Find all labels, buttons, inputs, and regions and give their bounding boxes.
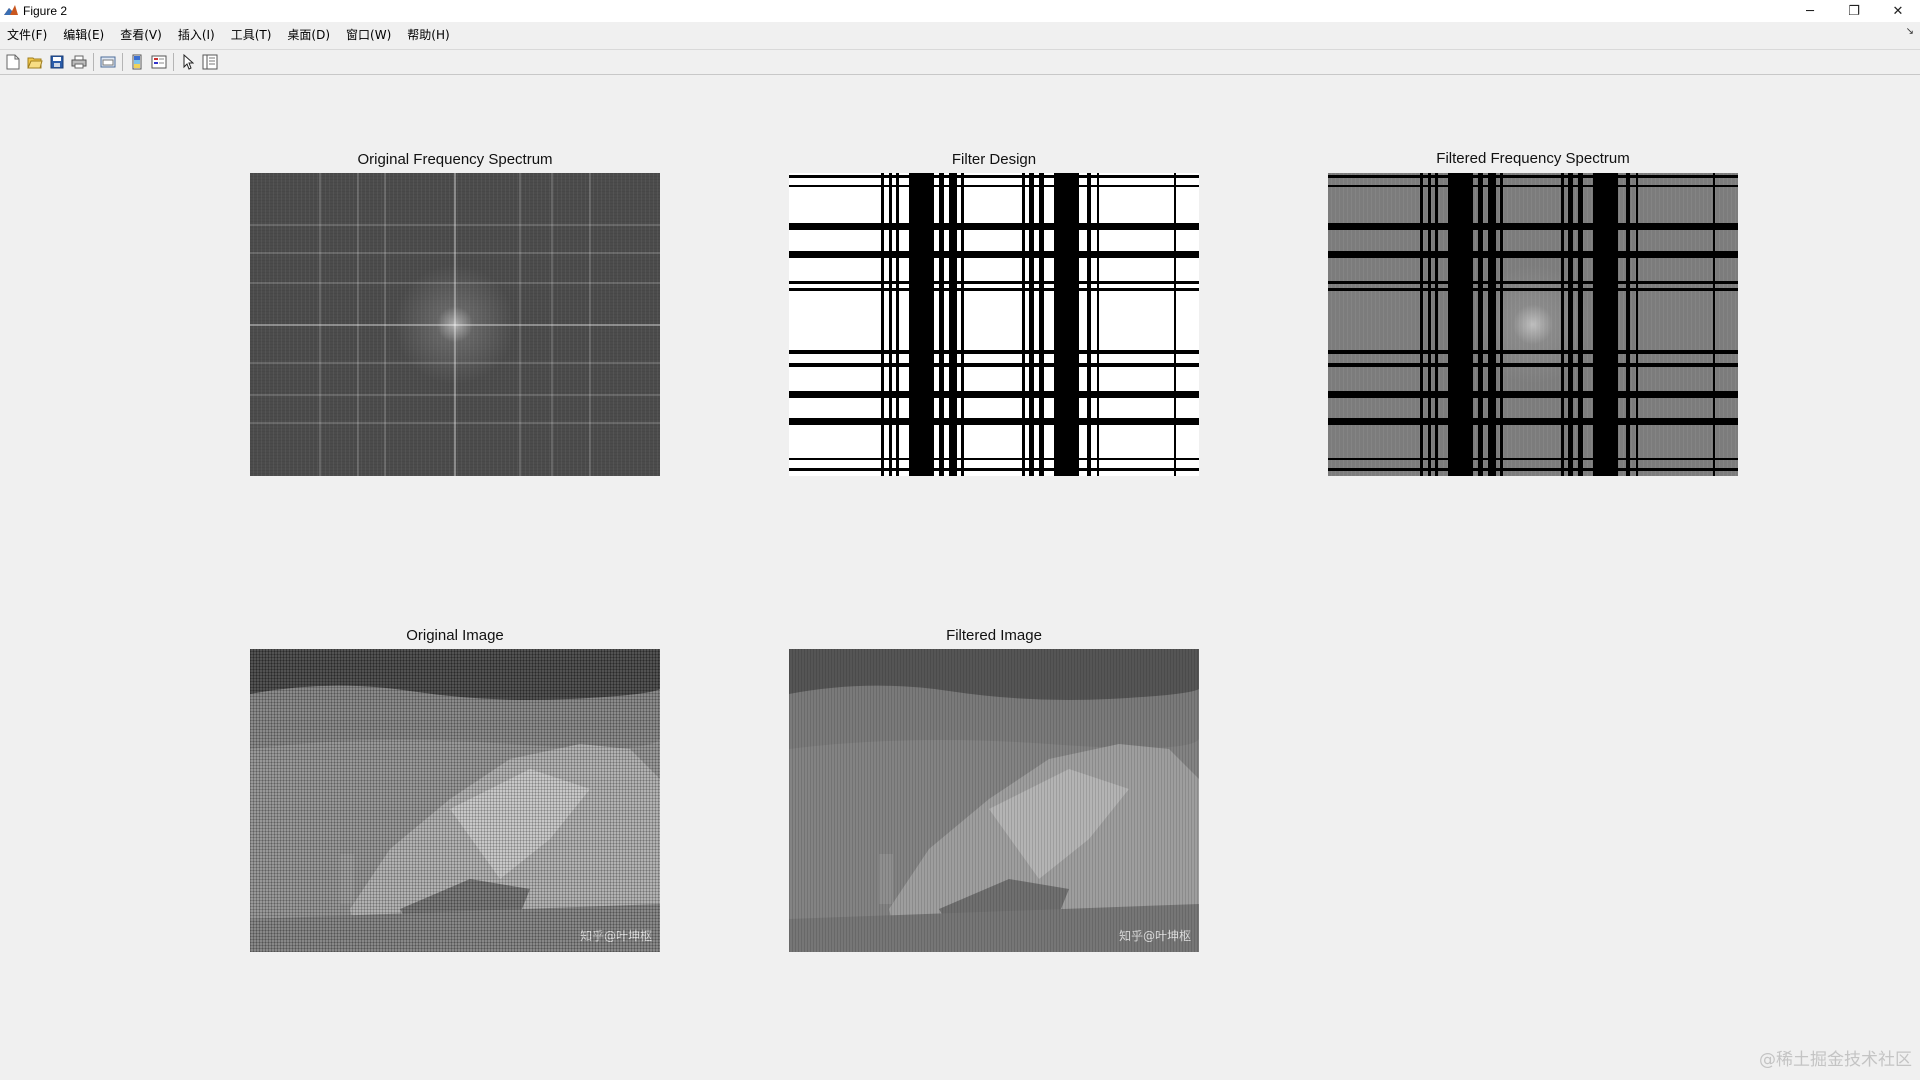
dock-arrow-icon[interactable]: ↘: [1906, 26, 1914, 37]
menu-file[interactable]: 文件(F): [0, 24, 55, 46]
save-icon[interactable]: [46, 51, 68, 73]
original-image-plot[interactable]: 知乎@叶坤枢: [250, 649, 660, 952]
edit-plot-pointer-icon[interactable]: [177, 51, 199, 73]
filter-design-plot[interactable]: [789, 173, 1199, 476]
title-bar: Figure 2 ─ ❐ ✕: [0, 0, 1920, 22]
subplot-title: Filtered Frequency Spectrum: [1436, 150, 1630, 167]
menu-edit[interactable]: 编辑(E): [55, 24, 112, 46]
subplot-title: Filter Design: [951, 151, 1037, 168]
menu-tools[interactable]: 工具(T): [223, 24, 280, 46]
original-frequency-spectrum-plot[interactable]: [250, 173, 660, 476]
subplot-title: Filtered Image: [946, 627, 1042, 644]
property-editor-icon[interactable]: [199, 51, 221, 73]
image-watermark: 知乎@叶坤枢: [579, 929, 652, 943]
open-file-icon[interactable]: [24, 51, 46, 73]
toolbar-separator: [93, 53, 94, 71]
page-watermark: @稀土掘金技术社区: [1759, 1050, 1912, 1070]
menu-desktop[interactable]: 桌面(D): [279, 24, 338, 46]
close-button[interactable]: ✕: [1876, 0, 1920, 22]
menu-help[interactable]: 帮助(H): [399, 24, 457, 46]
toolbar: [0, 49, 1920, 75]
subplot-title: Original Frequency Spectrum: [357, 151, 553, 168]
menu-view[interactable]: 查看(V): [112, 24, 170, 46]
print-icon[interactable]: [68, 51, 90, 73]
figure-canvas: Original Frequency Spectrum Filter Desig…: [0, 76, 1920, 1080]
matlab-logo-icon: [3, 3, 19, 19]
toolbar-separator: [173, 53, 174, 71]
menu-bar: 文件(F) 编辑(E) 查看(V) 插入(I) 工具(T) 桌面(D) 窗口(W…: [0, 24, 1920, 46]
subplot-title: Original Image: [406, 627, 504, 644]
menu-insert[interactable]: 插入(I): [170, 24, 223, 46]
insert-colorbar-icon[interactable]: [126, 51, 148, 73]
filtered-frequency-spectrum-plot[interactable]: [1328, 173, 1738, 476]
menu-window[interactable]: 窗口(W): [338, 24, 399, 46]
window-title: Figure 2: [23, 4, 68, 18]
insert-legend-icon[interactable]: [148, 51, 170, 73]
minimize-button[interactable]: ─: [1788, 0, 1832, 22]
new-figure-icon[interactable]: [2, 51, 24, 73]
restore-button[interactable]: ❐: [1832, 0, 1876, 22]
window-controls: ─ ❐ ✕: [1788, 0, 1920, 22]
link-plot-icon[interactable]: [97, 51, 119, 73]
filtered-image-plot[interactable]: 知乎@叶坤枢: [789, 649, 1199, 952]
image-watermark: 知乎@叶坤枢: [1118, 929, 1191, 943]
figure-window: Figure 2 ─ ❐ ✕ 文件(F) 编辑(E) 查看(V) 插入(I) 工…: [0, 0, 1920, 1080]
toolbar-separator: [122, 53, 123, 71]
